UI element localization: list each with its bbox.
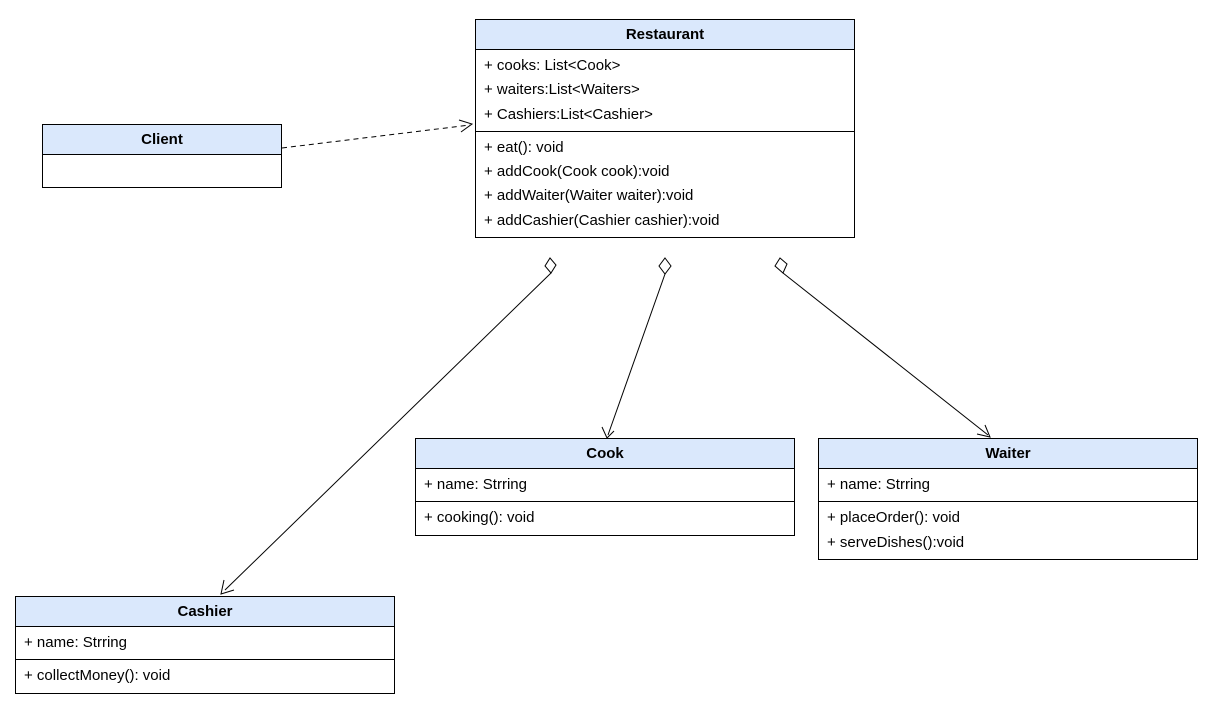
attribute: + name: Strring	[827, 473, 1189, 497]
methods-section: + placeOrder(): void + serveDishes():voi…	[819, 502, 1197, 559]
method: + serveDishes():void	[827, 531, 1189, 555]
methods-section: + collectMoney(): void	[16, 660, 394, 692]
method: + placeOrder(): void	[827, 506, 1189, 530]
method: + addCook(Cook cook):void	[484, 160, 846, 184]
methods-section: + eat(): void + addCook(Cook cook):void …	[476, 132, 854, 237]
method: + addWaiter(Waiter waiter):void	[484, 184, 846, 208]
method: + addCashier(Cashier cashier):void	[484, 209, 846, 233]
class-title: Restaurant	[476, 20, 854, 50]
methods-section: + cooking(): void	[416, 502, 794, 534]
attribute: + name: Strring	[424, 473, 786, 497]
attributes-section: + name: Strring	[819, 469, 1197, 502]
attribute: + cooks: List<Cook>	[484, 54, 846, 78]
aggregation-restaurant-waiter	[775, 258, 990, 437]
uml-canvas: Client Restaurant + cooks: List<Cook> + …	[0, 0, 1221, 723]
class-cashier: Cashier + name: Strring + collectMoney()…	[15, 596, 395, 694]
class-title: Client	[43, 125, 281, 155]
attribute: + Cashiers:List<Cashier>	[484, 103, 846, 127]
method: + eat(): void	[484, 136, 846, 160]
class-title: Cook	[416, 439, 794, 469]
attributes-section: + name: Strring	[416, 469, 794, 502]
attributes-section: + cooks: List<Cook> + waiters:List<Waite…	[476, 50, 854, 132]
attribute: + name: Strring	[24, 631, 386, 655]
method: + cooking(): void	[424, 506, 786, 530]
attributes-section: + name: Strring	[16, 627, 394, 660]
class-title: Waiter	[819, 439, 1197, 469]
aggregation-restaurant-cashier	[221, 258, 556, 594]
class-title: Cashier	[16, 597, 394, 627]
class-cook: Cook + name: Strring + cooking(): void	[415, 438, 795, 536]
class-body-empty	[43, 155, 281, 187]
method: + collectMoney(): void	[24, 664, 386, 688]
class-restaurant: Restaurant + cooks: List<Cook> + waiters…	[475, 19, 855, 238]
class-waiter: Waiter + name: Strring + placeOrder(): v…	[818, 438, 1198, 560]
class-client: Client	[42, 124, 282, 188]
dependency-client-restaurant	[282, 120, 472, 148]
attribute: + waiters:List<Waiters>	[484, 78, 846, 102]
aggregation-restaurant-cook	[602, 258, 671, 438]
